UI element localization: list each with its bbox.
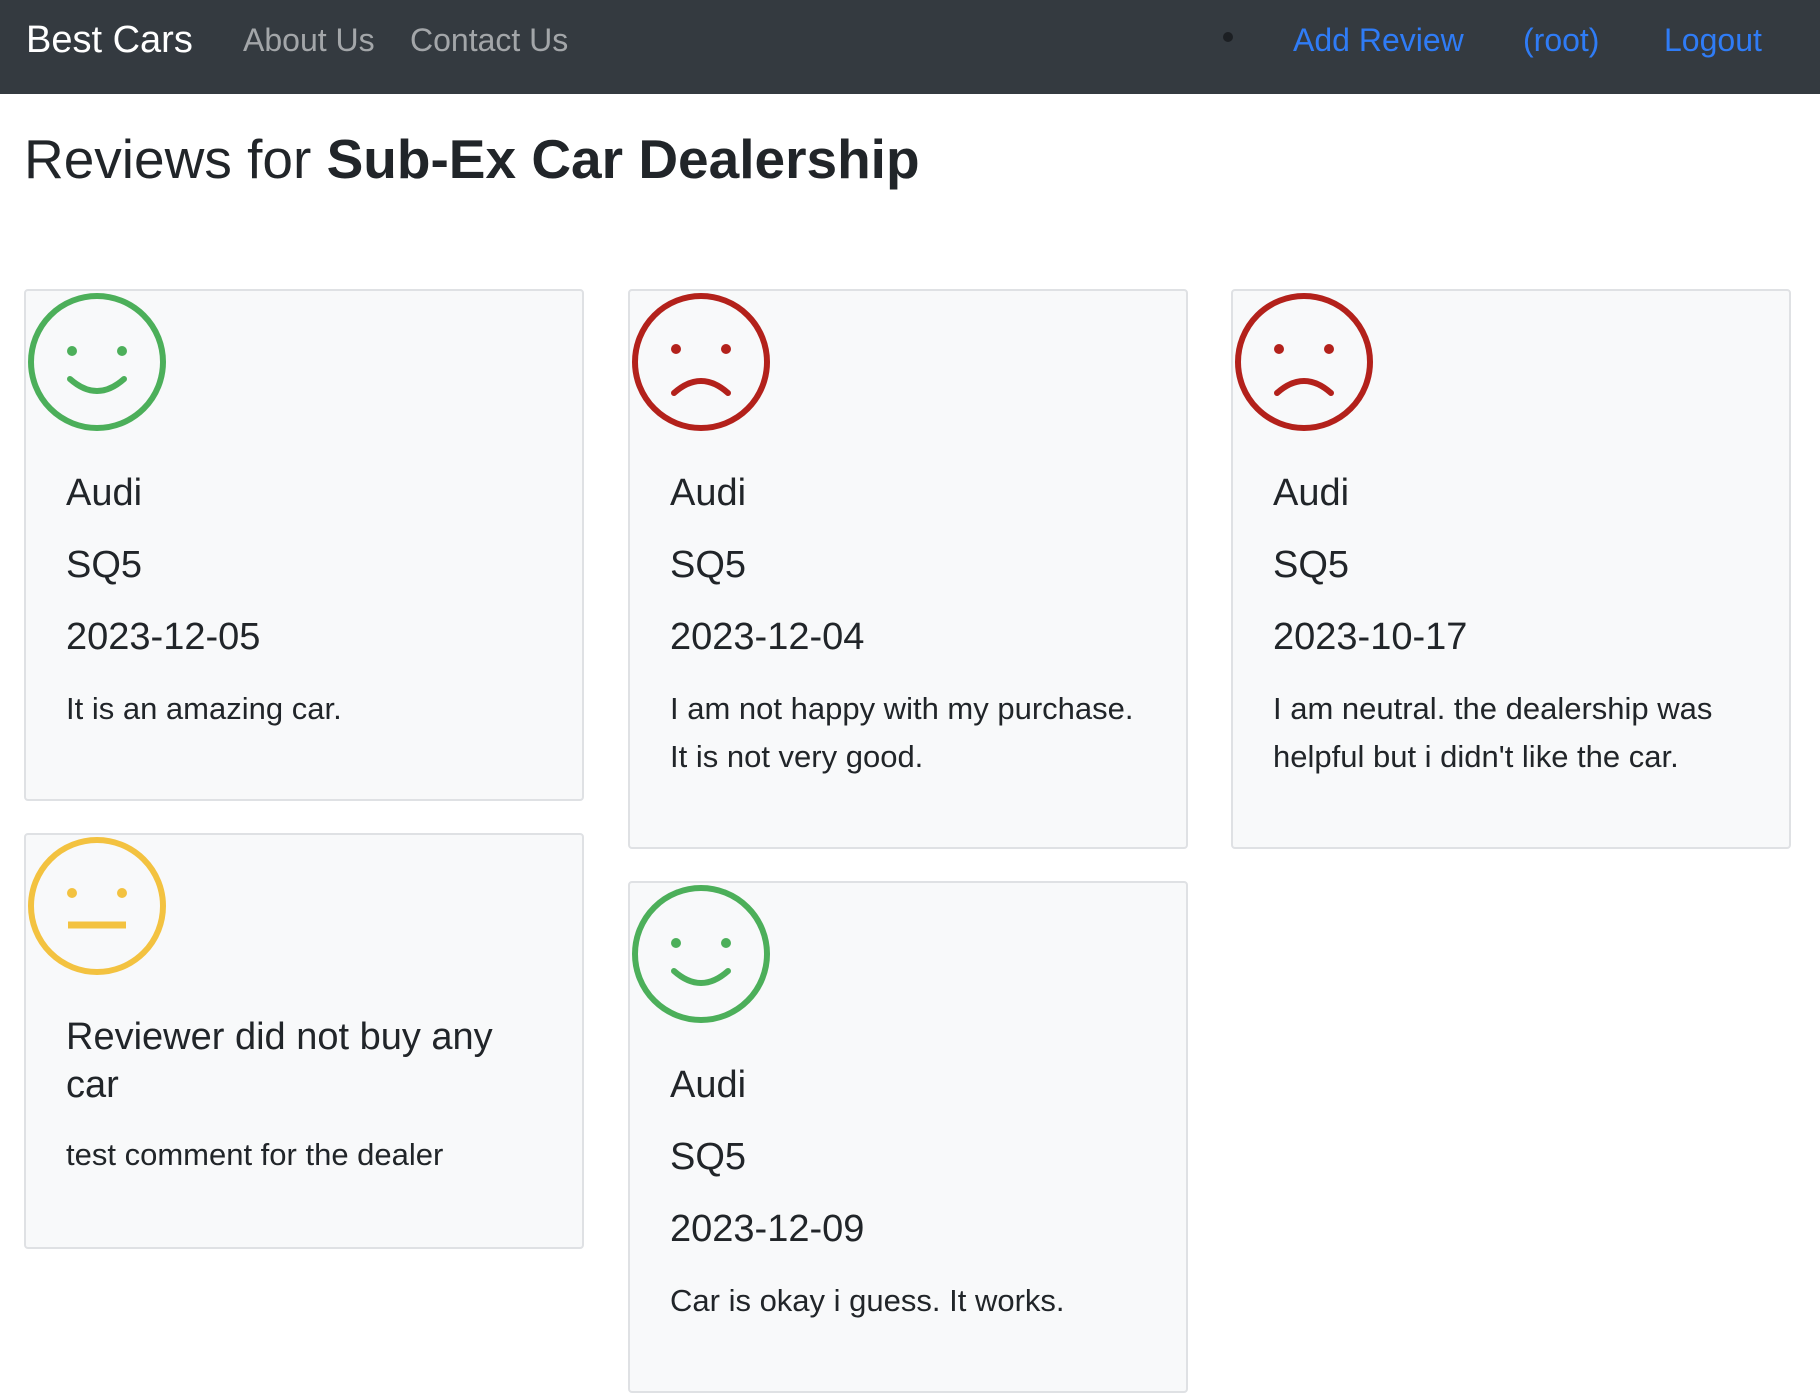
contact-us-link[interactable]: Contact Us <box>410 0 568 80</box>
neutral-face-icon <box>28 837 166 975</box>
car-model: SQ5 <box>670 544 747 586</box>
review-card: Reviewer did not buy any car test commen… <box>24 833 584 1249</box>
review-text: It is an amazing car. <box>66 691 342 726</box>
review-card-body: Audi SQ5 2023-12-09 Car is okay i guess.… <box>670 1061 1156 1325</box>
logout-link[interactable]: Logout <box>1664 0 1762 80</box>
page-title: Reviews for Sub-Ex Car Dealership <box>24 124 920 194</box>
review-text: test comment for the dealer <box>66 1137 444 1172</box>
review-heading: Reviewer did not buy any car <box>66 1016 493 1106</box>
review-text: Car is okay i guess. It works. <box>670 1283 1065 1318</box>
frown-face-icon <box>632 293 770 431</box>
frown-face-icon <box>1235 293 1373 431</box>
car-model: SQ5 <box>66 544 143 586</box>
about-us-link[interactable]: About Us <box>243 0 375 80</box>
username-link[interactable]: (root) <box>1523 0 1599 80</box>
review-card: Audi SQ5 2023-10-17 I am neutral. the de… <box>1231 289 1791 849</box>
review-card: Audi SQ5 2023-12-09 Car is okay i guess.… <box>628 881 1188 1393</box>
smiley-face-icon <box>632 885 770 1023</box>
smiley-face-icon <box>28 293 166 431</box>
add-review-link[interactable]: Add Review <box>1293 0 1464 80</box>
dealer-name: Sub-Ex Car Dealership <box>326 128 920 190</box>
car-model: SQ5 <box>670 1136 747 1178</box>
review-card: Audi SQ5 2023-12-04 I am not happy with … <box>628 289 1188 849</box>
list-bullet <box>1223 32 1233 42</box>
review-card-body: Audi SQ5 2023-10-17 I am neutral. the de… <box>1273 469 1759 781</box>
review-text: I am neutral. the dealership was helpful… <box>1273 691 1713 774</box>
review-card-body: Audi SQ5 2023-12-04 I am not happy with … <box>670 469 1156 781</box>
review-card-body: Audi SQ5 2023-12-05 It is an amazing car… <box>66 469 552 733</box>
brand-link[interactable]: Best Cars <box>26 0 193 80</box>
car-make: Audi <box>66 472 143 514</box>
review-card-body: Reviewer did not buy any car test commen… <box>66 1013 552 1179</box>
top-navbar: Best Cars About Us Contact Us Add Review… <box>0 0 1820 94</box>
review-text: I am not happy with my purchase. It is n… <box>670 691 1134 774</box>
review-date: 2023-10-17 <box>1273 616 1468 658</box>
review-date: 2023-12-09 <box>670 1208 865 1250</box>
car-make: Audi <box>670 1064 747 1106</box>
page-title-prefix: Reviews for <box>24 128 312 190</box>
car-model: SQ5 <box>1273 544 1350 586</box>
review-date: 2023-12-05 <box>66 616 261 658</box>
review-card: Audi SQ5 2023-12-05 It is an amazing car… <box>24 289 584 801</box>
review-date: 2023-12-04 <box>670 616 865 658</box>
car-make: Audi <box>670 472 747 514</box>
car-make: Audi <box>1273 472 1350 514</box>
